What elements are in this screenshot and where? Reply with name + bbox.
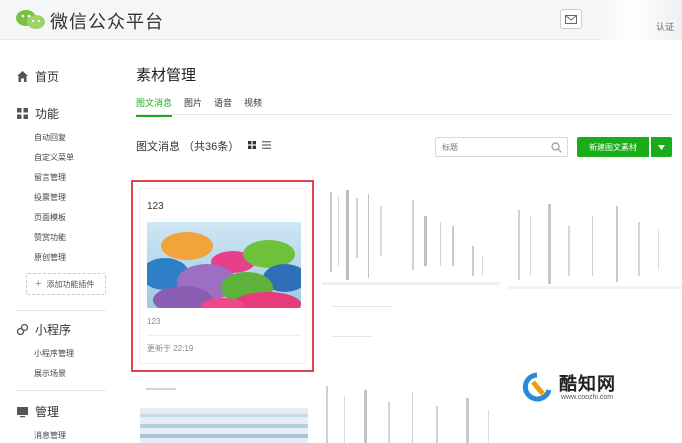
brand-title[interactable]: 微信公众平台 [50, 8, 164, 34]
faded-card-graphic [508, 204, 682, 289]
news-card[interactable]: 123 123 更新于 22:19 [131, 180, 314, 372]
faded-card-graphic [322, 190, 500, 337]
grid-icon [17, 108, 28, 119]
mail-button[interactable] [560, 9, 582, 29]
search-icon[interactable] [551, 142, 562, 153]
plus-icon: + [35, 278, 42, 290]
news-card-placeholder[interactable] [140, 382, 308, 443]
sidebar-item-votes[interactable]: 投票管理 [34, 192, 66, 203]
search-input[interactable] [442, 141, 547, 153]
sidebar-item-reward[interactable]: 赞赏功能 [34, 232, 66, 243]
page-title: 素材管理 [136, 67, 197, 84]
list-view-icon[interactable] [262, 141, 271, 149]
sidebar-section-manage: 管理 [16, 403, 59, 420]
new-dropdown-button[interactable] [651, 137, 672, 157]
new-news-button[interactable]: 新建图文素材 [577, 137, 649, 157]
umbrellas-image [147, 222, 301, 308]
news-card-placeholder[interactable] [322, 186, 500, 368]
top-bar: 微信公众平台 认证 [0, 0, 682, 40]
sidebar-item-original[interactable]: 原创管理 [34, 252, 66, 263]
monitor-icon [17, 407, 28, 418]
mail-icon [565, 14, 577, 24]
tabs-divider [136, 114, 672, 115]
sidebar-section-miniprogram: 小程序 [16, 321, 71, 338]
add-plugin-button[interactable]: + 添加功能插件 [26, 273, 106, 295]
news-card-placeholder[interactable] [316, 382, 506, 443]
wechat-logo [16, 10, 45, 29]
watermark-text: 酷知网 [559, 374, 616, 394]
faded-card-graphic [326, 386, 489, 443]
sidebar-item-auto-reply[interactable]: 自动回复 [34, 132, 66, 143]
card-updated-time: 更新于 22:19 [147, 344, 194, 353]
card-cover-image [147, 222, 301, 308]
sidebar-divider [16, 310, 106, 311]
watermark: 酷知网 www.coozhi.com [515, 368, 645, 406]
coozhi-logo-icon [522, 372, 552, 402]
sidebar-divider [16, 390, 106, 391]
sidebar-item-miniprogram-manage[interactable]: 小程序管理 [34, 348, 74, 359]
sidebar-section-function: 功能 [16, 105, 59, 122]
chevron-down-icon [658, 144, 665, 150]
link-icon [16, 323, 29, 336]
search-box [435, 137, 568, 157]
faded-card-graphic [140, 388, 308, 443]
sidebar-item-custom-menu[interactable]: 自定义菜单 [34, 152, 74, 163]
sidebar-item-messages[interactable]: 消息管理 [34, 430, 66, 441]
card-divider [147, 335, 301, 336]
sidebar-item-display-scenes[interactable]: 展示场景 [34, 368, 66, 379]
news-card-placeholder[interactable] [508, 186, 682, 368]
sidebar-item-comments[interactable]: 留言管理 [34, 172, 66, 183]
news-card-body: 123 123 更新于 22:19 [139, 188, 306, 364]
add-plugin-label: 添加功能插件 [46, 279, 95, 289]
account-verified-tag: 认证 [656, 22, 675, 32]
sidebar-item-page-template[interactable]: 页面模板 [34, 212, 66, 223]
watermark-url: www.coozhi.com [561, 394, 614, 401]
card-caption: 123 [147, 317, 161, 326]
sidebar-section-label: 小程序 [35, 323, 72, 337]
sidebar-section-label: 管理 [35, 405, 60, 419]
sidebar-section-label: 功能 [35, 107, 60, 121]
card-title: 123 [147, 201, 164, 212]
sidebar: 首页 功能 自动回复 自定义菜单 留言管理 投票管理 页面模板 赞赏功能 原创管… [0, 40, 118, 443]
grid-view-icon[interactable] [248, 141, 256, 149]
home-icon [17, 71, 28, 82]
list-title: 图文消息 （共36条） [136, 141, 240, 153]
sidebar-item-label: 首页 [35, 70, 60, 84]
sidebar-item-home[interactable]: 首页 [16, 68, 59, 85]
